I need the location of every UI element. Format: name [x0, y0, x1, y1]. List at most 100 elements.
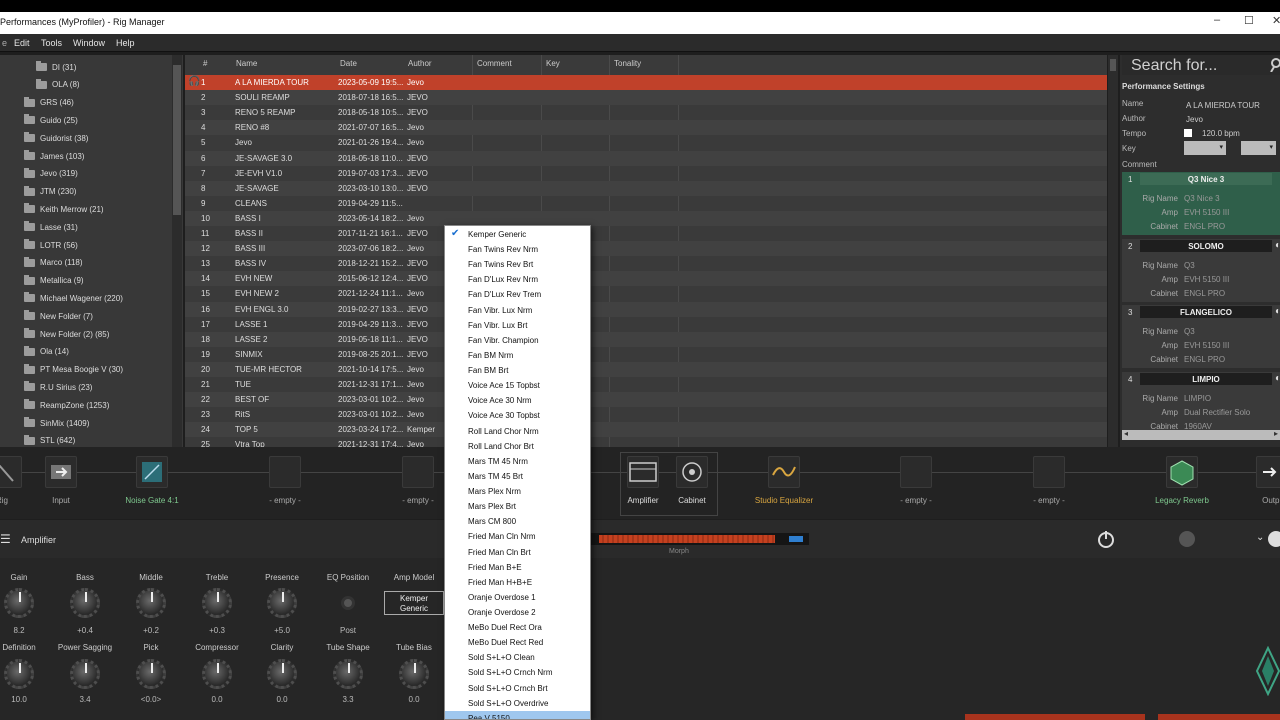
header-key[interactable]: Key [546, 59, 560, 68]
tree-folder[interactable]: JTM (230) [24, 185, 76, 199]
tree-folder[interactable]: DI (31) [36, 60, 76, 74]
dropdown-item[interactable]: Sold S+L+O Clean [445, 650, 590, 665]
pick-knob[interactable] [136, 659, 166, 689]
dropdown-item[interactable]: Roll Land Chor Nrm [445, 424, 590, 439]
performance-slot[interactable]: 2 SOLOMO Rig Name Q3 Amp EVH 5150 III Cabinet E… [1122, 238, 1280, 302]
dropdown-item[interactable]: Fan BM Brt [445, 363, 590, 378]
dropdown-item[interactable]: Fried Man Cln Nrm [445, 529, 590, 544]
amplifier-module[interactable] [627, 456, 659, 488]
tree-folder[interactable]: Marco (118) [24, 256, 83, 270]
dropdown-item[interactable]: Roll Land Chor Brt [445, 439, 590, 454]
header-tonality[interactable]: Tonality [614, 59, 641, 68]
chevron-down-icon[interactable]: ⌄ [1256, 532, 1264, 543]
tonality-select[interactable]: ▾ [1241, 141, 1276, 155]
table-row[interactable]: 18 LASSE 2 2019-05-18 11:1... JEVO [185, 331, 1107, 347]
slots-scrollbar[interactable]: ◂ ▸ [1122, 429, 1280, 440]
cabinet-module[interactable] [676, 456, 708, 488]
header-author[interactable]: Author [408, 59, 432, 68]
tube-shape-knob[interactable] [333, 659, 363, 689]
dropdown-item[interactable]: Voice Ace 30 Topbst [445, 408, 590, 423]
dropdown-item[interactable]: Fan Vibr. Lux Nrm [445, 303, 590, 318]
presence-knob[interactable] [267, 588, 297, 618]
performance-slot[interactable]: 4 LIMPIO Rig Name LIMPIO Amp Dual Rectifier S… [1122, 371, 1280, 435]
menu-window[interactable]: Window [73, 38, 105, 48]
table-row[interactable]: 24 TOP 5 2023-03-24 17:2... Kemper [185, 422, 1107, 438]
table-scroll-thumb[interactable] [1110, 59, 1116, 71]
header-number[interactable]: # [203, 59, 207, 68]
close-button[interactable]: ✕ [1272, 14, 1280, 27]
dropdown-item[interactable]: Mars Plex Nrm [445, 484, 590, 499]
tree-folder[interactable]: PT Mesa Boogie V (30) [24, 363, 123, 377]
studio-eq-module[interactable] [768, 456, 800, 488]
dropdown-item[interactable]: Fan Vibr. Champion [445, 333, 590, 348]
slot-name[interactable]: LIMPIO [1140, 372, 1272, 385]
table-row[interactable]: 19 SINMIX 2019-08-25 20:1... JEVO [185, 347, 1107, 362]
hamburger-icon[interactable]: ☰ [0, 532, 11, 546]
table-row[interactable]: 5 Jevo 2021-01-26 19:4... Jevo [185, 135, 1107, 150]
morph-handle[interactable] [789, 536, 803, 542]
tree-folder[interactable]: Michael Wagener (220) [24, 291, 123, 305]
dropdown-item[interactable]: Fried Man B+E [445, 560, 590, 575]
empty-slot-4[interactable] [1033, 456, 1065, 488]
morph-slider[interactable] [591, 533, 809, 545]
menu-tools[interactable]: Tools [41, 38, 62, 48]
tree-folder[interactable]: Lasse (31) [24, 220, 78, 234]
eq-position-switch[interactable] [341, 596, 355, 610]
name-value[interactable]: A LA MIERDA TOUR [1186, 101, 1260, 110]
table-row[interactable]: 4 RENO #8 2021-07-07 16:5... Jevo [185, 120, 1107, 136]
tree-folder[interactable]: Guido (25) [24, 113, 78, 127]
tree-folder[interactable]: James (103) [24, 149, 84, 163]
header-comment[interactable]: Comment [477, 59, 512, 68]
bass-knob[interactable] [70, 588, 100, 618]
tree-folder[interactable]: OLA (8) [36, 78, 80, 92]
table-scrollbar[interactable] [1108, 55, 1118, 447]
treble-knob[interactable] [202, 588, 232, 618]
maximize-button[interactable]: ☐ [1244, 14, 1254, 27]
table-row[interactable]: 6 JE-SAVAGE 3.0 2018-05-18 11:0... JEVO [185, 150, 1107, 166]
scroll-right-icon[interactable]: ▸ [1274, 429, 1278, 438]
author-value[interactable]: Jevo [1186, 115, 1203, 124]
dropdown-item[interactable]: Sold S+L+O Crnch Nrm [445, 665, 590, 680]
slot-name[interactable]: SOLOMO [1140, 239, 1272, 252]
tree-folder[interactable]: STL (642) [24, 434, 75, 448]
table-row[interactable]: 12 BASS III 2023-07-06 18:2... Jevo [185, 241, 1107, 257]
input-module[interactable] [45, 456, 77, 488]
minimize-button[interactable]: – [1214, 14, 1220, 26]
more-icon[interactable] [1266, 530, 1280, 548]
tempo-checkbox[interactable] [1184, 129, 1192, 137]
scroll-left-icon[interactable]: ◂ [1124, 429, 1128, 438]
tree-folder[interactable]: Metallica (9) [24, 274, 84, 288]
tree-folder[interactable]: SinMix (1409) [24, 416, 89, 430]
performance-slot[interactable]: 1 Q3 Nice 3 Rig Name Q3 Nice 3 Amp EVH 5150 I… [1122, 172, 1280, 235]
table-row[interactable]: 21 TUE 2021-12-31 17:1... Jevo [185, 377, 1107, 392]
header-date[interactable]: Date [340, 59, 357, 68]
dropdown-item[interactable]: Fan Twins Rev Nrm [445, 242, 590, 257]
amp-model-button[interactable]: Kemper Generic [384, 591, 444, 615]
empty-slot-2[interactable] [402, 456, 434, 488]
dropdown-item[interactable]: Fried Man H+B+E [445, 575, 590, 590]
table-row[interactable]: 2 SOULI REAMP 2018-07-18 16:5... JEVO [185, 90, 1107, 106]
dropdown-item[interactable]: MeBo Duel Rect Red [445, 635, 590, 650]
slot-power-icon[interactable]: ◐ [1275, 240, 1280, 251]
table-row[interactable]: 7 JE-EVH V1.0 2019-07-03 17:3... JEVO [185, 166, 1107, 181]
dropdown-item[interactable]: Fan D'Lux Rev Trem [445, 287, 590, 302]
slot-power-icon[interactable]: ◐ [1275, 306, 1280, 317]
dropdown-item[interactable]: Fan Vibr. Lux Brt [445, 318, 590, 333]
menu-edit[interactable]: Edit [14, 38, 30, 48]
table-row[interactable]: 20 TUE-MR HECTOR 2021-10-14 17:5... Jevo [185, 361, 1107, 377]
table-row[interactable]: 23 RitS 2023-03-01 10:2... Jevo [185, 407, 1107, 422]
compressor-knob[interactable] [202, 659, 232, 689]
dropdown-item[interactable]: MeBo Duel Rect Ora [445, 620, 590, 635]
tree-folder[interactable]: Keith Merrow (21) [24, 202, 104, 216]
gain-knob[interactable] [4, 588, 34, 618]
search-icon[interactable] [1270, 58, 1280, 72]
dropdown-item[interactable]: ✔ Kemper Generic [445, 227, 590, 242]
table-row[interactable]: 15 EVH NEW 2 2021-12-24 11:1... Jevo [185, 286, 1107, 301]
slot-name[interactable]: FLANGELICO [1140, 306, 1272, 318]
table-row[interactable]: 13 BASS IV 2018-12-21 15:2... JEVO [185, 256, 1107, 271]
header-name[interactable]: Name [236, 59, 257, 68]
tree-folder[interactable]: GRS (46) [24, 96, 74, 110]
slot-power-icon[interactable]: ◐ [1275, 373, 1280, 384]
dropdown-item[interactable]: Mars Plex Brt [445, 499, 590, 514]
search-box[interactable]: Search for... [1122, 55, 1280, 75]
